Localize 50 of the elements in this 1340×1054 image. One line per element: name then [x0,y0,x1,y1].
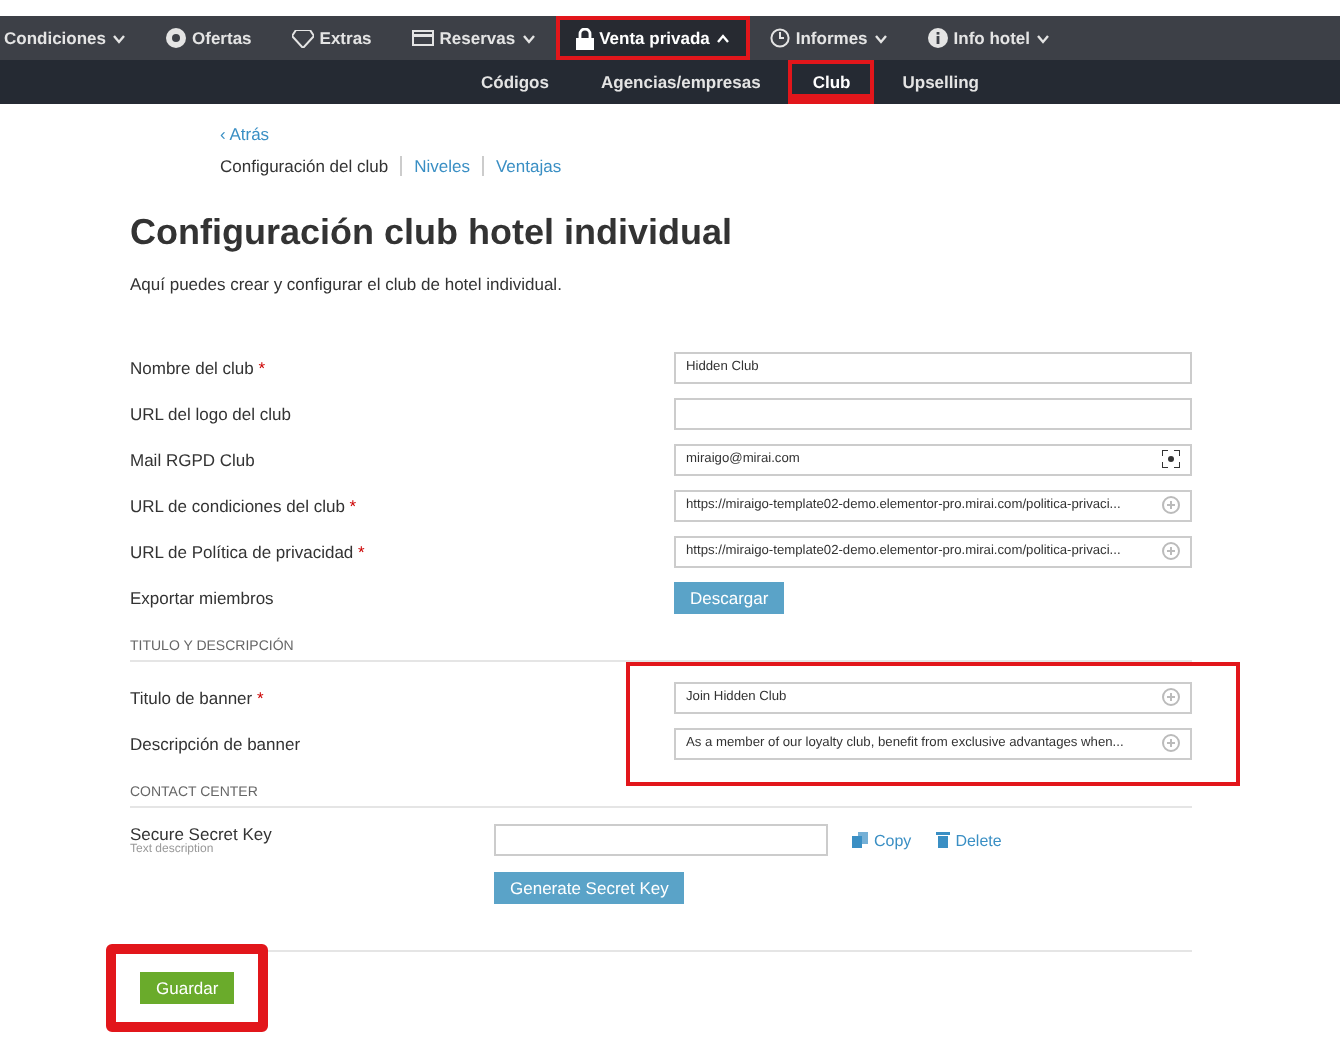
field-label: Titulo de banner * [130,687,266,707]
field-label: Descripción de banner [130,733,303,753]
card-icon [411,30,434,46]
sub-tab[interactable]: Agencias/empresas [576,60,785,104]
field-label: Exportar miembros [130,587,276,607]
nav-label: Ofertas [192,28,252,48]
sub-tab[interactable]: Upselling [878,60,1003,104]
input-field[interactable] [674,397,1192,429]
field-label: Nombre del club * [130,357,268,377]
nav-label: Reservas [439,28,516,48]
nav-item[interactable]: Extras [271,16,392,60]
tag-icon [166,28,187,48]
input-field[interactable] [494,824,828,856]
nav-item[interactable]: Ofertas [146,16,272,60]
nav-label: Condiciones [4,28,107,48]
nav-label: Info hotel [953,28,1031,48]
plus-icon [1162,496,1180,514]
trash-icon [935,832,950,848]
diamond-icon [291,29,314,47]
field-label: URL del logo del club [130,403,293,423]
sub-tab[interactable]: Club [788,60,875,104]
plus-icon [1162,734,1180,752]
plus-icon [1162,542,1180,560]
nav-item[interactable]: Reservas [391,16,556,60]
field-label: URL de Política de privacidad * [130,541,367,561]
nav-label: Extras [319,28,372,48]
field-label: Secure Secret Key [130,824,274,844]
copy-icon [852,832,868,848]
delete-link[interactable]: Delete [935,831,1002,849]
page-title: Configuración club hotel individual [130,212,734,254]
nav-label: Informes [795,28,868,48]
plus-icon [1162,688,1180,706]
copy-link[interactable]: Copy [852,831,912,849]
nav-item[interactable]: Venta privada [555,16,750,60]
tab[interactable]: Ventajas [481,156,574,176]
nav-item[interactable]: Informes [749,16,908,60]
field-label: Mail RGPD Club [130,449,257,469]
intro-text: Aquí puedes crear y configurar el club de hotel individual. [130,274,564,294]
field-label: URL de condiciones del club * [130,495,359,515]
scan-icon [1162,450,1180,468]
clock-icon [769,28,790,48]
tab[interactable]: Configuración del club [220,156,401,176]
tab[interactable]: Niveles [400,156,482,176]
nav-item[interactable]: Info hotel [907,16,1071,60]
nav-label: Venta privada [599,28,710,48]
nav-item[interactable]: Condiciones [0,16,147,60]
sub-tab[interactable]: Códigos [456,60,573,104]
info-icon [927,28,948,48]
back-link[interactable]: ‹ Atrás [220,124,270,144]
lock-icon [575,27,594,49]
